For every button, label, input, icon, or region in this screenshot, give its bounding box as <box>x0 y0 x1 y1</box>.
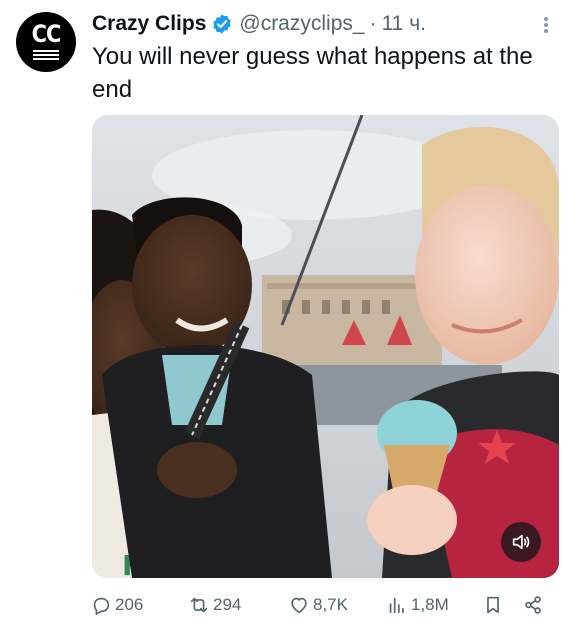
repost-count: 294 <box>213 595 242 614</box>
avatar-logo-lines <box>33 48 59 60</box>
views-count: 1,8M <box>411 595 449 614</box>
more-options-icon[interactable] <box>536 14 556 36</box>
author-handle[interactable]: @crazyclips_ <box>239 12 364 36</box>
tweet-text: You will never guess what happens at the… <box>92 43 533 103</box>
speaker-icon[interactable] <box>501 522 541 562</box>
repost-icon <box>190 597 208 613</box>
share-button[interactable] <box>522 594 547 616</box>
video-frame: HP <box>92 115 559 578</box>
tweet-header: Crazy Clips @crazyclips_ · 11 ч. <box>92 10 548 38</box>
verified-badge-icon <box>213 14 232 34</box>
video-player[interactable]: HP <box>92 115 559 578</box>
bookmark-button[interactable] <box>482 594 507 616</box>
views-button[interactable]: 1,8M <box>386 594 449 616</box>
reply-count: 206 <box>115 595 144 614</box>
bookmark-icon <box>487 596 499 614</box>
avatar[interactable]: CC <box>16 12 76 72</box>
like-button[interactable]: 8,7K <box>288 594 348 616</box>
like-count: 8,7K <box>313 595 348 614</box>
avatar-logo-text: CC <box>31 20 62 48</box>
reply-icon <box>93 597 110 615</box>
views-icon <box>389 597 404 614</box>
repost-button[interactable]: 294 <box>188 594 241 616</box>
share-icon <box>525 596 541 614</box>
author-name[interactable]: Crazy Clips <box>92 12 206 36</box>
tweet-timestamp[interactable]: 11 ч. <box>382 12 426 36</box>
separator-dot: · <box>369 12 377 35</box>
tweet-actions: 206 294 8,7K 1,8M <box>90 590 560 620</box>
heart-icon <box>291 597 307 614</box>
reply-button[interactable]: 206 <box>90 594 143 616</box>
